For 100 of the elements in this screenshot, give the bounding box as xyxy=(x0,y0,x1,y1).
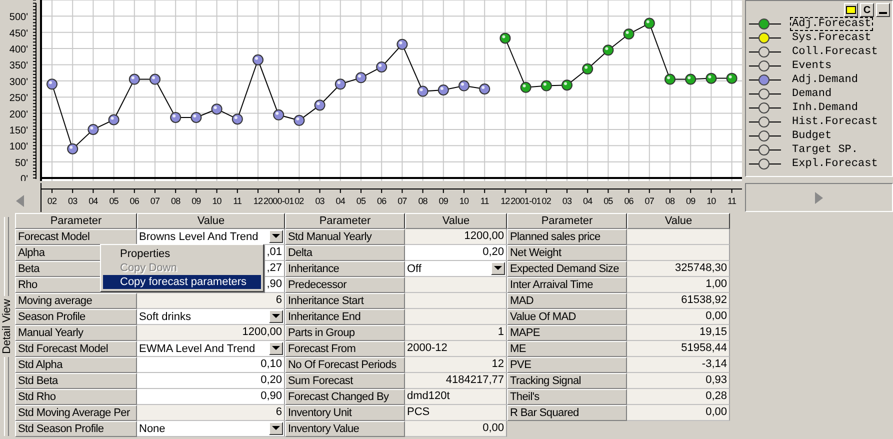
legend-item[interactable]: Sys.Forecast xyxy=(790,31,874,45)
axis-label: 11 xyxy=(728,196,736,206)
row-header: Std Rho xyxy=(15,389,137,405)
dropdown[interactable]: Browns Level And Trend xyxy=(137,229,285,245)
row-header: Inheritance Start xyxy=(285,293,405,309)
axis-label: 05 xyxy=(604,196,613,206)
value-cell: 12 xyxy=(405,357,507,373)
value-cell: 325748,30 xyxy=(627,261,730,277)
row-header: Std Manual Yearly xyxy=(285,229,405,245)
row-header: Moving average xyxy=(15,293,137,309)
dropdown[interactable]: Soft drinks xyxy=(137,309,285,325)
legend-marker-icon xyxy=(749,116,781,128)
axis-label: 08 xyxy=(665,196,675,206)
row-header: Std Season Profile xyxy=(15,421,137,437)
axis-label: 03 xyxy=(68,196,78,206)
column-header[interactable]: Parameter xyxy=(507,213,627,229)
row-header: Expected Demand Size xyxy=(507,261,627,277)
legend-item[interactable]: Coll.Forecast xyxy=(790,45,880,59)
axis-label: 07 xyxy=(150,196,160,206)
dropdown[interactable]: Off xyxy=(405,261,507,277)
row-header: PVE xyxy=(507,357,627,373)
data-point xyxy=(232,114,243,125)
legend-item[interactable]: Budget xyxy=(790,129,834,143)
color-button[interactable] xyxy=(844,3,858,17)
column-header[interactable]: Value xyxy=(405,213,507,229)
legend-button[interactable]: C xyxy=(860,3,874,17)
value-field[interactable]: 0,20 xyxy=(405,245,507,261)
row-header: Std Moving Average Per xyxy=(15,405,137,421)
legend-marker-icon xyxy=(749,60,781,72)
row-header: Inter Arraival Time xyxy=(507,277,627,293)
legend-item[interactable]: Inh.Demand xyxy=(790,101,860,115)
axis-label: 11 xyxy=(480,196,489,206)
row-header: Inventory Value xyxy=(285,421,405,437)
data-point xyxy=(458,80,470,92)
legend-marker-icon xyxy=(749,130,781,142)
panel-tab[interactable]: Detail View xyxy=(0,296,12,357)
axis-label: 07 xyxy=(644,196,654,206)
axis-label: 09 xyxy=(192,196,201,206)
legend-marker-icon xyxy=(749,88,781,100)
row-header: Inheritance End xyxy=(285,309,405,325)
legend-item[interactable]: Adj.Demand xyxy=(790,73,860,87)
value-cell: 1 xyxy=(405,325,507,341)
value-cell: 4184217,77 xyxy=(405,373,507,389)
data-point xyxy=(67,143,78,154)
legend-item[interactable]: Target SP. xyxy=(790,143,860,157)
data-point xyxy=(500,32,511,44)
axis-label: 2001-01 xyxy=(510,196,541,206)
dropdown[interactable]: EWMA Level And Trend xyxy=(137,341,285,357)
minimize-button[interactable] xyxy=(876,3,890,17)
axis-label: 03 xyxy=(562,196,572,206)
axis-label: 02 xyxy=(47,196,57,206)
legend-item[interactable]: Events xyxy=(790,59,834,73)
legend-item[interactable]: Hist.Forecast xyxy=(790,115,880,129)
value-cell: 51958,44 xyxy=(627,341,730,357)
legend-item[interactable]: Expl.Forecast xyxy=(790,157,880,171)
data-point xyxy=(417,86,428,97)
data-point xyxy=(562,80,572,91)
axis-label: 04 xyxy=(336,196,345,206)
data-point xyxy=(438,84,449,96)
value-field[interactable]: 0,10 xyxy=(137,357,285,373)
axis-label: 500' xyxy=(9,12,28,24)
axis-label: 09 xyxy=(438,196,448,206)
axis-label: 06 xyxy=(377,196,386,206)
column-header[interactable]: Value xyxy=(627,213,730,229)
data-point xyxy=(150,74,160,85)
data-point xyxy=(623,28,634,40)
value-cell: 1200,00 xyxy=(405,229,507,245)
column-header[interactable]: Parameter xyxy=(15,213,137,229)
column-header[interactable]: Value xyxy=(137,213,285,229)
row-header: Inheritance xyxy=(285,261,405,277)
axis-label: 10 xyxy=(212,196,222,206)
row-header: Std Alpha xyxy=(15,357,137,373)
row-header: Delta xyxy=(285,245,405,261)
axis-label: 450' xyxy=(9,28,28,40)
data-point xyxy=(273,109,284,120)
data-point xyxy=(479,84,490,94)
legend-item[interactable]: Demand xyxy=(790,87,834,101)
legend-item[interactable]: Adj.Forecast xyxy=(790,17,874,31)
menu-item[interactable]: Copy forecast parameters xyxy=(103,275,261,289)
row-header: Sum Forecast xyxy=(285,373,405,389)
data-point xyxy=(294,114,305,126)
data-point xyxy=(170,112,182,123)
axis-label: 100' xyxy=(9,142,28,153)
axis-label: 08 xyxy=(418,196,428,206)
data-point xyxy=(396,38,408,50)
legend-marker-icon xyxy=(749,74,781,86)
axis-label: 12 xyxy=(253,196,263,206)
value-field[interactable]: 0,20 xyxy=(137,373,285,389)
axis-label: 10 xyxy=(706,196,716,206)
column-header[interactable]: Parameter xyxy=(285,213,405,229)
value-cell: PCS xyxy=(405,405,507,421)
legend-marker-icon xyxy=(749,144,781,156)
value-field[interactable]: 0,90 xyxy=(137,389,285,405)
axis-label: 350' xyxy=(9,60,28,72)
data-point xyxy=(685,74,696,85)
value-cell: 0,00 xyxy=(627,309,730,325)
axis-label: 04 xyxy=(583,196,592,206)
dropdown[interactable]: None xyxy=(137,421,285,437)
row-header: R Bar Squared xyxy=(507,405,627,421)
data-point xyxy=(706,72,717,84)
